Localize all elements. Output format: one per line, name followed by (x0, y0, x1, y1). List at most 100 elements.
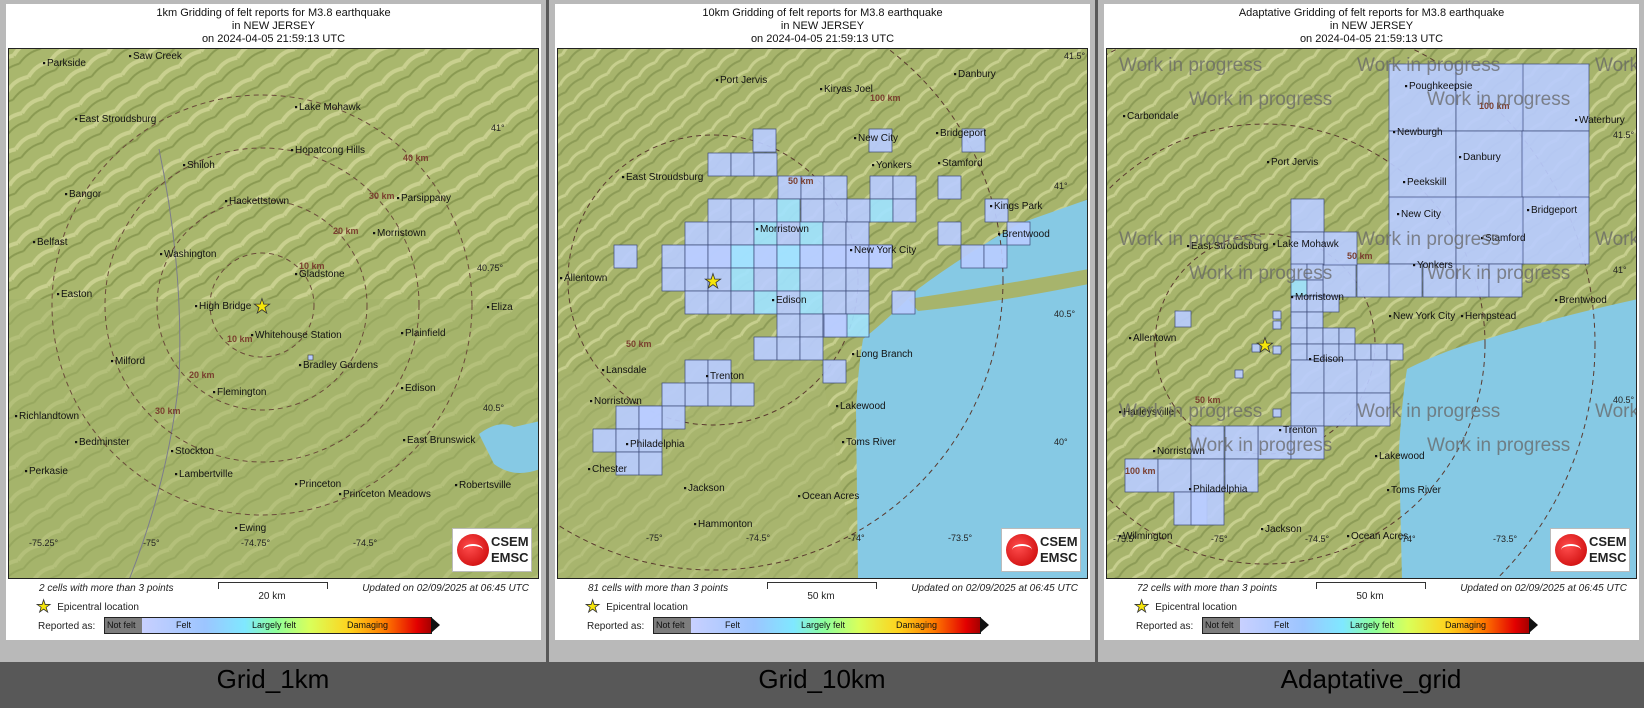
city-marker (1129, 337, 1132, 340)
map-footer: 2 cells with more than 3 points 20 km Up… (6, 580, 541, 640)
grid-cell[interactable] (892, 175, 917, 200)
grid-cell[interactable] (845, 290, 870, 315)
grid-cell[interactable] (753, 198, 778, 223)
grid-cell[interactable] (1370, 343, 1388, 361)
grid-cell[interactable] (822, 359, 847, 384)
grid-cell[interactable] (730, 152, 755, 177)
grid-cell[interactable] (1290, 311, 1308, 329)
place-label: Washington (164, 249, 216, 260)
grid-cell[interactable] (1272, 310, 1282, 320)
grid-cell[interactable] (592, 428, 617, 453)
grid-cell[interactable] (684, 290, 709, 315)
grid-cell[interactable] (1272, 345, 1282, 355)
grid-cell[interactable] (684, 244, 709, 269)
grid-cell[interactable] (799, 336, 824, 361)
grid-cell[interactable] (845, 221, 870, 246)
grid-cell[interactable] (1190, 491, 1225, 526)
grid-cell[interactable] (661, 382, 686, 407)
grid-cell[interactable] (1322, 327, 1340, 345)
grid-cell[interactable] (615, 405, 640, 430)
grid-cell[interactable] (753, 152, 778, 177)
grid-cell[interactable] (823, 175, 848, 200)
grid-cell[interactable] (613, 244, 638, 269)
grid-cell[interactable] (753, 336, 778, 361)
grid-cell[interactable] (753, 244, 778, 269)
grid-cell[interactable] (707, 290, 732, 315)
grid-cell[interactable] (822, 221, 847, 246)
grid-cell[interactable] (1338, 327, 1356, 345)
grid-cell[interactable] (707, 152, 732, 177)
grid-cell[interactable] (776, 244, 801, 269)
grid-cell[interactable] (684, 382, 709, 407)
map-view[interactable]: Port Jervis Kiryas Joel Danbury New City Bri… (557, 48, 1088, 579)
grid-cell[interactable] (730, 221, 755, 246)
grid-cell[interactable] (823, 313, 848, 338)
grid-cell[interactable] (1234, 369, 1244, 379)
grid-cell[interactable] (1290, 392, 1325, 427)
grid-cell[interactable] (891, 290, 916, 315)
grid-cell[interactable] (730, 267, 755, 292)
grid-cell[interactable] (638, 405, 663, 430)
grid-cell[interactable] (776, 198, 801, 223)
grid-cell[interactable] (730, 198, 755, 223)
grid-cell[interactable] (776, 336, 801, 361)
grid-cell[interactable] (1290, 343, 1308, 361)
grid-cell[interactable] (1272, 408, 1282, 418)
grid-cell[interactable] (960, 244, 985, 269)
grid-cell[interactable] (753, 267, 778, 292)
grid-cell[interactable] (707, 244, 732, 269)
grid-cell[interactable] (869, 175, 894, 200)
grid-cell[interactable] (845, 267, 870, 292)
grid-cell[interactable] (776, 313, 801, 338)
grid-cell[interactable] (707, 198, 732, 223)
grid-cell[interactable] (1306, 327, 1324, 345)
grid-cell[interactable] (684, 221, 709, 246)
grid-cell[interactable] (846, 198, 871, 223)
grid-cell[interactable] (1290, 198, 1325, 233)
grid-cell[interactable] (822, 244, 847, 269)
grid-cell[interactable] (752, 128, 777, 153)
grid-cell[interactable] (1455, 130, 1524, 199)
grid-cell[interactable] (661, 267, 686, 292)
city-marker (33, 241, 36, 244)
grid-cell[interactable] (845, 313, 870, 338)
grid-cell[interactable] (1290, 327, 1308, 345)
grid-cell[interactable] (800, 198, 825, 223)
grid-cell[interactable] (1356, 263, 1391, 298)
grid-cell[interactable] (983, 244, 1008, 269)
map-view[interactable]: Parkside Saw Creek East Stroudsburg Lake Mo… (8, 48, 539, 579)
grid-cell[interactable] (1174, 310, 1192, 328)
grid-cell[interactable] (823, 198, 848, 223)
grid-cell[interactable] (1356, 359, 1391, 394)
grid-cell[interactable] (776, 267, 801, 292)
grid-cell[interactable] (892, 198, 917, 223)
grid-cell[interactable] (869, 198, 894, 223)
grid-cell[interactable] (799, 267, 824, 292)
grid-cell[interactable] (684, 359, 709, 384)
grid-cell[interactable] (753, 290, 778, 315)
map-view[interactable]: Carbondale Poughkeepsie Waterbury Newburgh P… (1106, 48, 1637, 579)
grid-cell[interactable] (1272, 320, 1282, 330)
grid-cell[interactable] (730, 290, 755, 315)
grid-cell[interactable] (1323, 392, 1358, 427)
epicenter-legend: ★ Epicentral location (1134, 598, 1237, 616)
grid-cell[interactable] (937, 175, 962, 200)
grid-cell[interactable] (822, 267, 847, 292)
grid-cell[interactable] (1521, 130, 1590, 199)
grid-cell[interactable] (1354, 343, 1372, 361)
grid-cell[interactable] (822, 290, 847, 315)
grid-cell[interactable] (799, 313, 824, 338)
grid-cell[interactable] (661, 405, 686, 430)
grid-cell[interactable] (937, 221, 962, 246)
grid-cell[interactable] (707, 382, 732, 407)
grid-cell[interactable] (1306, 311, 1324, 329)
grid-cell[interactable] (730, 382, 755, 407)
grid-cell[interactable] (730, 244, 755, 269)
grid-cell[interactable] (307, 354, 314, 361)
grid-cell[interactable] (661, 244, 686, 269)
grid-cell[interactable] (1157, 458, 1192, 493)
grid-cell[interactable] (1386, 343, 1404, 361)
grid-cell[interactable] (707, 221, 732, 246)
grid-cell[interactable] (638, 451, 663, 476)
grid-cell[interactable] (799, 244, 824, 269)
